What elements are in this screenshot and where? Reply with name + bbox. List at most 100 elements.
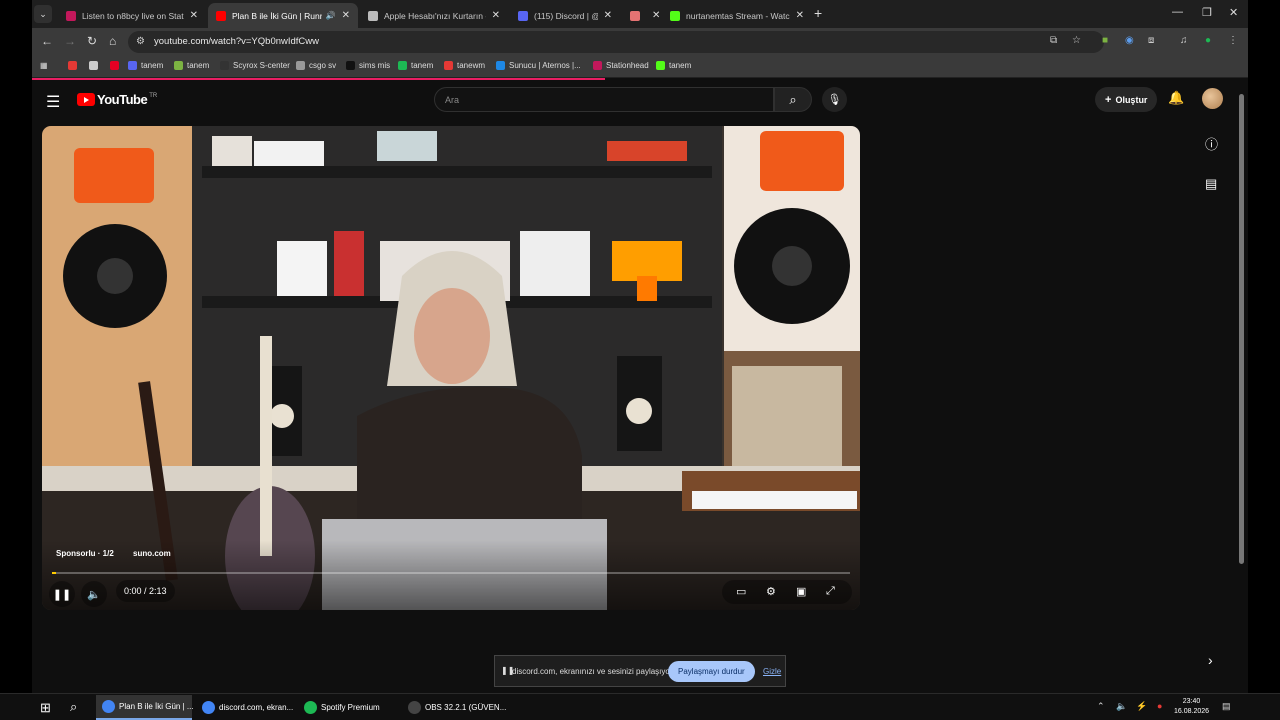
tab-close-icon[interactable]: ✕: [796, 10, 804, 21]
tab-5[interactable]: ✕: [622, 3, 660, 28]
tab-search-button[interactable]: ⌄: [34, 5, 52, 23]
create-button[interactable]: + Oluştur: [1095, 87, 1158, 112]
scrollbar[interactable]: [1238, 88, 1246, 688]
stop-sharing-button[interactable]: Paylaşmayı durdur: [668, 661, 755, 682]
tab-close-icon[interactable]: ✕: [604, 10, 612, 21]
cast-icon[interactable]: ⧉: [1050, 35, 1057, 46]
tab-1[interactable]: Listen to n8bcy live on Station ✕: [58, 3, 206, 28]
restore-button[interactable]: ❐: [1202, 6, 1212, 19]
tray-chevron-up-icon[interactable]: ⌃: [1097, 701, 1105, 712]
fullscreen-icon[interactable]: ⤢: [826, 585, 835, 598]
bookmark-item[interactable]: [68, 61, 81, 70]
tab-close-icon[interactable]: ✕: [342, 10, 350, 21]
bookmark-item[interactable]: tanem: [174, 61, 209, 70]
taskbar-clock[interactable]: 23:40 16.08.2026: [1174, 697, 1209, 717]
tab-6[interactable]: nurtanemtas Stream - Watch Li ✕: [662, 3, 812, 28]
tab-close-icon[interactable]: ✕: [190, 10, 198, 21]
tab-close-icon[interactable]: ✕: [492, 10, 500, 21]
bookmark-item[interactable]: tanewm: [444, 61, 485, 70]
extensions-puzzle-icon[interactable]: ⧈: [1148, 35, 1154, 46]
youtube-logo[interactable]: YouTube TR: [77, 92, 157, 107]
bookmark-item[interactable]: sims mis: [346, 61, 390, 70]
apps-grid-icon[interactable]: ▦: [40, 61, 48, 70]
taskbar-app[interactable]: discord.com, ekran...: [196, 695, 293, 720]
taskbar-app[interactable]: Plan B ile İki Gün | ...: [96, 695, 194, 720]
network-icon[interactable]: ⚡: [1136, 701, 1147, 712]
hamburger-menu-icon[interactable]: ☰: [46, 92, 60, 112]
extension-icon[interactable]: ■: [1102, 35, 1108, 46]
pause-button[interactable]: ❚❚: [49, 581, 75, 607]
tab-3[interactable]: Apple Hesabı'nızı Kurtarın - Ap ✕: [360, 3, 508, 28]
time-display: 0:00 / 2:13: [116, 580, 175, 602]
settings-gear-icon[interactable]: ⚙: [766, 585, 776, 598]
theater-mode-icon[interactable]: ▣: [796, 585, 806, 598]
taskbar-search-icon[interactable]: ⌕: [70, 699, 77, 715]
tab-4[interactable]: (115) Discord | @melek ✕: [510, 3, 620, 28]
tab-title: Apple Hesabı'nızı Kurtarın - Ap: [384, 10, 486, 21]
bookmark-label: sims mis: [359, 61, 391, 70]
bookmark-favicon-icon: [593, 61, 602, 70]
notifications-bell-icon[interactable]: 🔔: [1168, 90, 1184, 106]
menu-kebab-icon[interactable]: ⋮: [1228, 35, 1238, 46]
notifications-icon[interactable]: ▤: [1222, 701, 1231, 712]
tab-2[interactable]: Plan B ile İki Gün | Running 🔊 ✕: [208, 3, 358, 28]
bookmark-item[interactable]: Scyrox S-center: [220, 61, 290, 70]
browser-window: ⌄ Listen to n8bcy live on Station✕Plan B…: [32, 0, 1248, 693]
bookmark-item[interactable]: [89, 61, 102, 70]
voice-search-button[interactable]: 🎙: [822, 87, 847, 112]
bookmark-label: tanewm: [457, 61, 486, 70]
windows-taskbar: ⊞ ⌕ Plan B ile İki Gün | ... discord.com,…: [0, 693, 1280, 720]
home-button[interactable]: ⌂: [109, 34, 116, 48]
tab-favicon-icon: [630, 10, 640, 21]
tab-audio-icon[interactable]: 🔊: [326, 11, 336, 20]
chevron-right-icon[interactable]: ›: [1208, 652, 1213, 668]
video-player[interactable]: Sponsorlu · 1/2 suno.com ❚❚ 🔈 0:00 / 2:1…: [42, 126, 860, 610]
bookmark-label: Scyrox S-center: [233, 61, 290, 70]
bookmark-item[interactable]: csgo sv: [296, 61, 336, 70]
profile-icon[interactable]: ●: [1205, 35, 1211, 46]
tab-favicon-icon: [670, 10, 680, 21]
sponsor-domain-link[interactable]: suno.com: [133, 549, 171, 558]
bookmark-favicon-icon: [496, 61, 505, 70]
bookmark-item[interactable]: Stationhead: [593, 61, 649, 70]
address-bar[interactable]: ⚙ youtube.com/watch?v=YQb0nwIdfCww: [128, 31, 1104, 53]
hide-banner-link[interactable]: Gizle: [763, 667, 781, 676]
scrollbar-thumb[interactable]: [1239, 94, 1244, 564]
search-input[interactable]: Ara: [434, 87, 774, 112]
avatar[interactable]: [1202, 88, 1223, 109]
taskbar-app[interactable]: OBS 32.2.1 (GÜVEN...: [402, 695, 506, 720]
info-icon[interactable]: ⓘ: [1205, 134, 1218, 153]
app-icon: [202, 701, 215, 714]
minimize-button[interactable]: —: [1172, 6, 1183, 18]
microphone-icon: 🎙: [827, 94, 842, 106]
taskbar-app-label: Plan B ile İki Gün | ...: [119, 702, 194, 711]
back-button[interactable]: ←: [41, 34, 53, 48]
new-tab-button[interactable]: +: [814, 5, 822, 21]
bookmark-item[interactable]: tanem: [398, 61, 433, 70]
reload-button[interactable]: ↻: [87, 34, 97, 48]
taskbar-app[interactable]: Spotify Premium: [298, 695, 394, 720]
bookmark-item[interactable]: tanem: [656, 61, 691, 70]
forward-button[interactable]: →: [64, 34, 76, 48]
bookmark-item[interactable]: Sunucu | Aternos |...: [496, 61, 581, 70]
bookmark-favicon-icon: [220, 61, 229, 70]
bookmark-item[interactable]: tanem: [128, 61, 163, 70]
mute-button[interactable]: 🔈: [81, 581, 107, 607]
tab-close-icon[interactable]: ✕: [652, 10, 660, 21]
close-window-button[interactable]: ✕: [1229, 6, 1238, 19]
windows-start-icon[interactable]: ⊞: [40, 700, 51, 716]
subtitles-icon[interactable]: ▭: [736, 585, 746, 598]
bookmark-item[interactable]: [110, 61, 123, 70]
tab-favicon-icon: [368, 10, 378, 21]
comments-icon[interactable]: ▤: [1205, 176, 1217, 192]
record-icon[interactable]: ●: [1157, 701, 1162, 711]
media-icon[interactable]: ♫: [1180, 35, 1188, 46]
site-info-icon[interactable]: ⚙: [136, 36, 145, 47]
speaker-icon[interactable]: 🔈: [1116, 701, 1127, 712]
bookmark-star-icon[interactable]: ☆: [1072, 35, 1081, 46]
browser-toolbar: ← → ↻ ⌂ ⚙ youtube.com/watch?v=YQb0nwIdfC…: [32, 28, 1248, 56]
search-button[interactable]: ⌕: [774, 87, 812, 112]
progress-bar[interactable]: [52, 572, 850, 574]
extension-audio-icon[interactable]: ◉: [1125, 35, 1134, 46]
bookmark-label: csgo sv: [309, 61, 337, 70]
